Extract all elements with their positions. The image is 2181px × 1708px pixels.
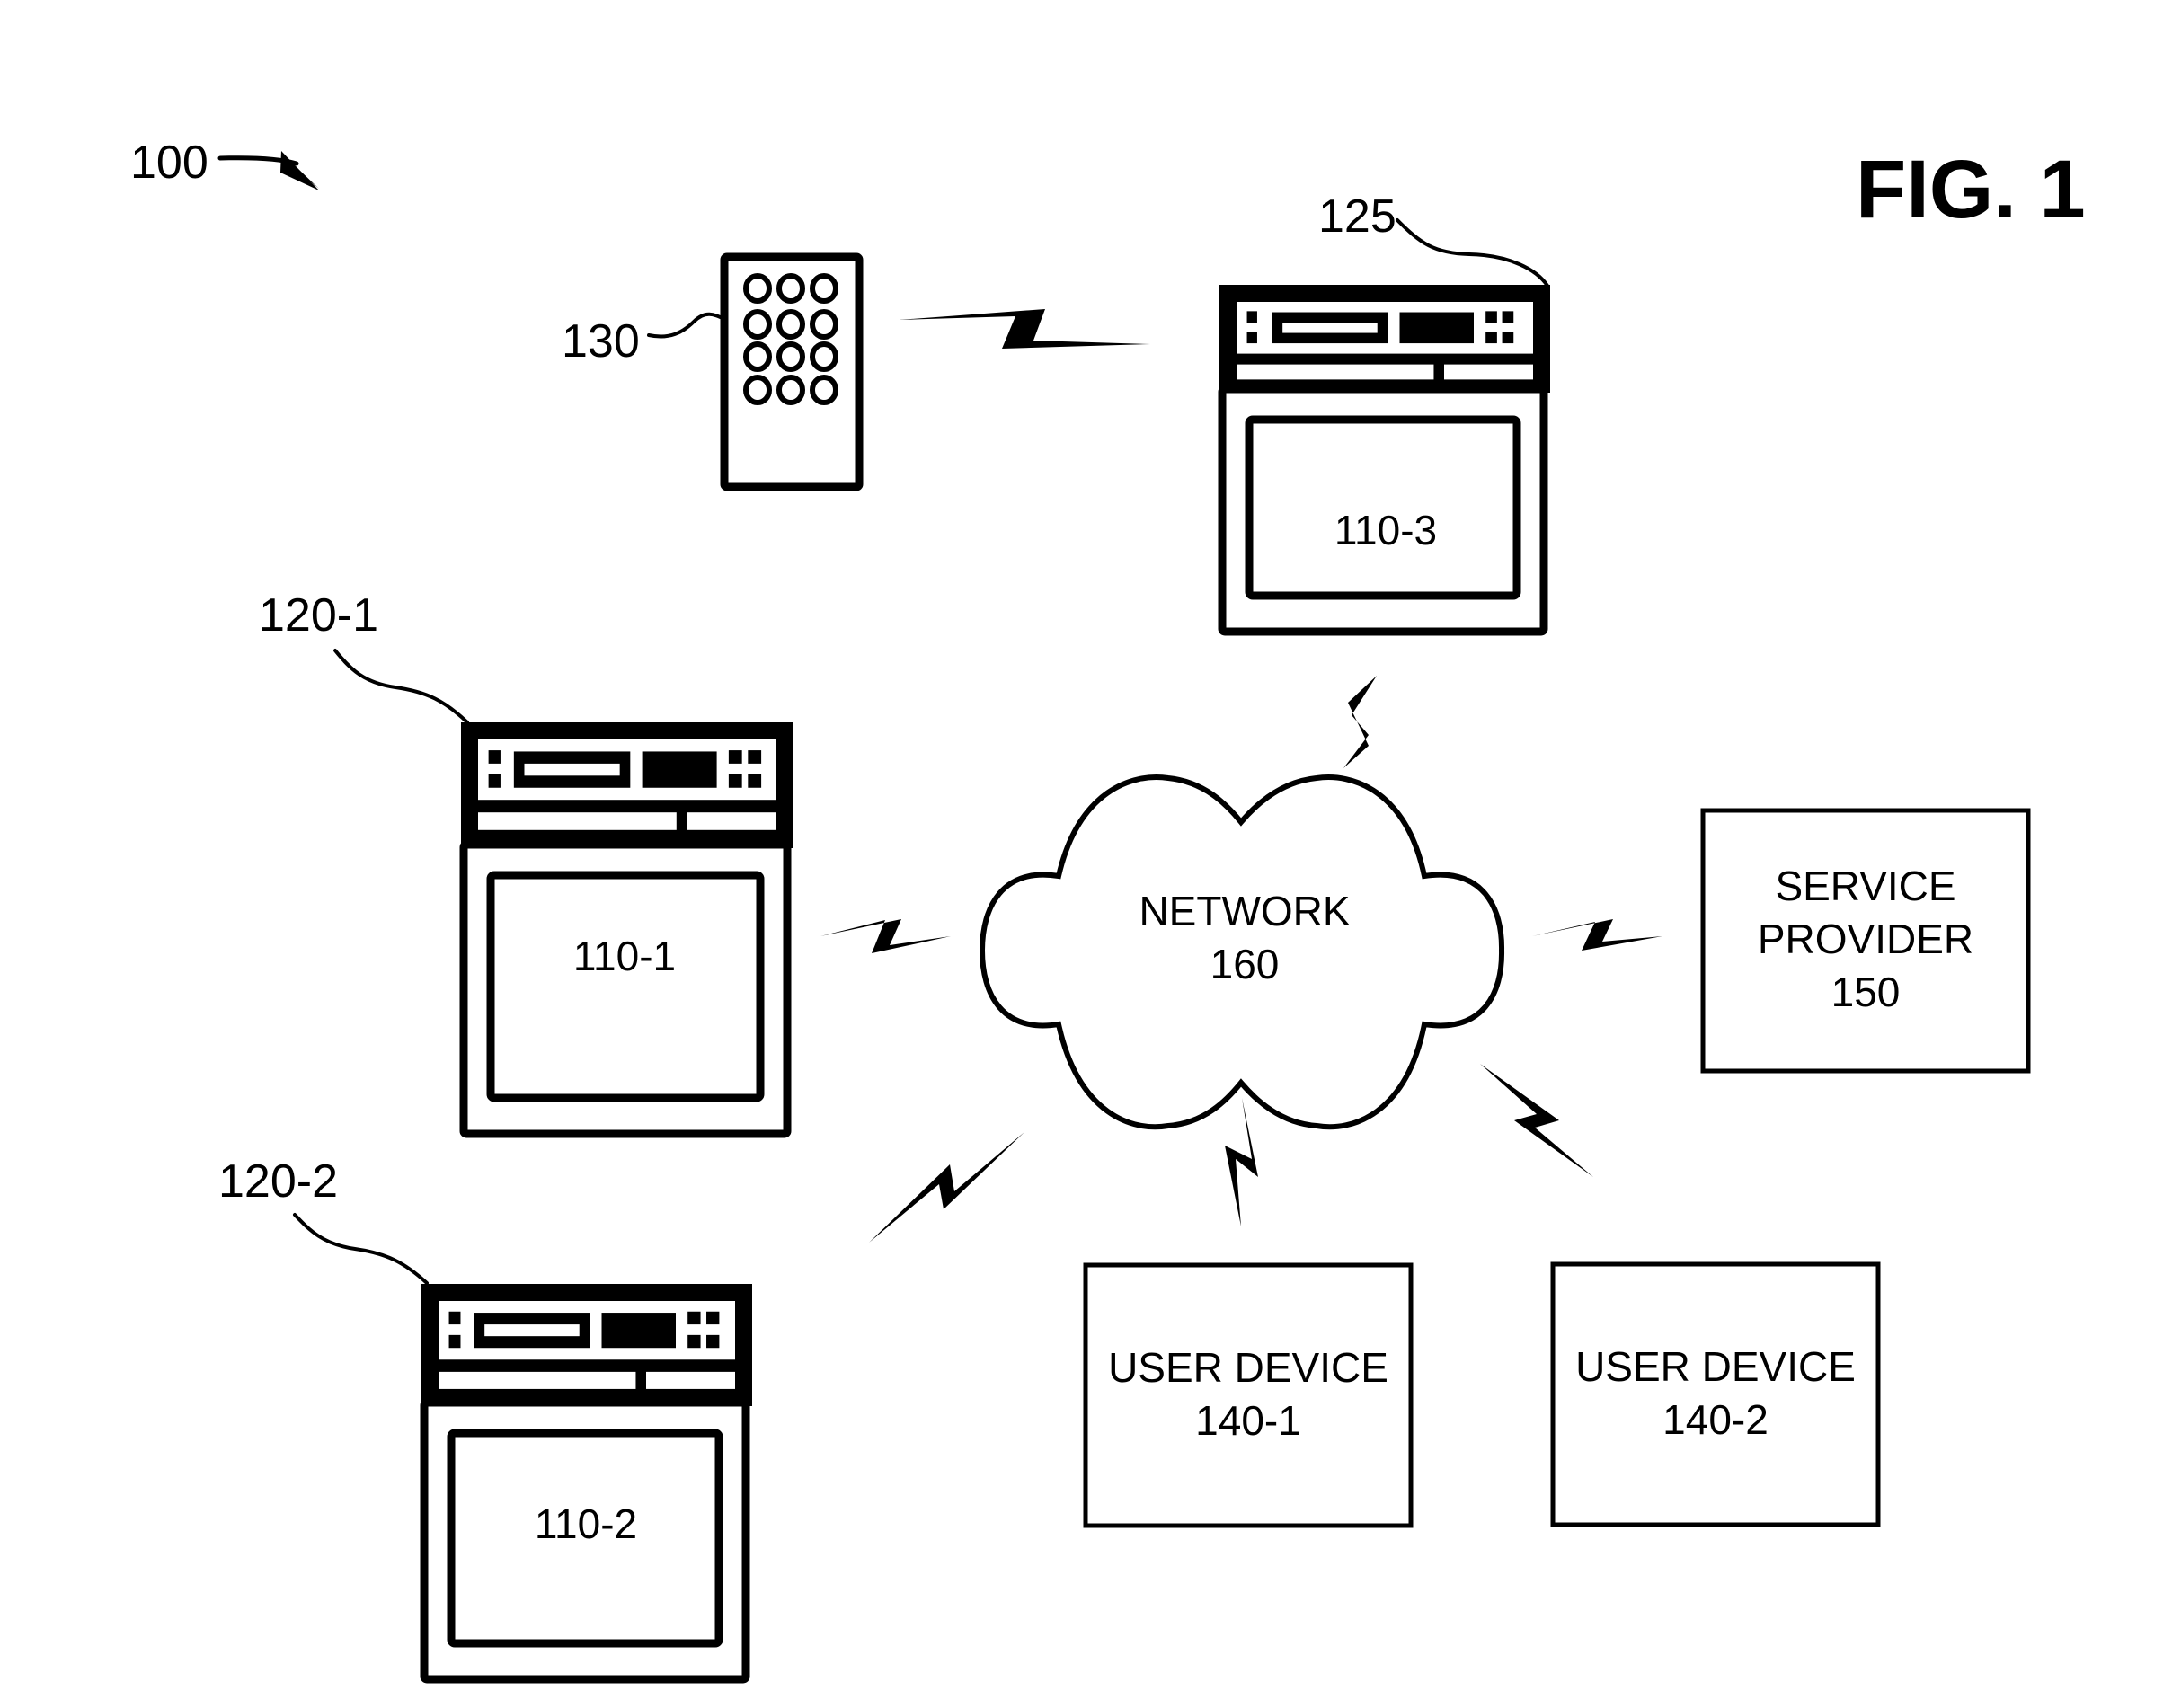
remote-buttons	[743, 273, 838, 405]
network-ref: 160	[1210, 941, 1280, 987]
device-ref-label-120-1: 120-1	[259, 589, 378, 642]
stb-disc-slot-opening	[484, 1324, 580, 1337]
stb-button-icon	[1246, 311, 1257, 323]
tv-with-set-top-box-icon	[1218, 285, 1550, 636]
stb-display	[601, 1313, 676, 1349]
user-device-box	[1083, 1262, 1414, 1528]
user-device-label: USER DEVICE	[1108, 1344, 1388, 1391]
remote-button-icon	[776, 273, 805, 304]
device-110-3: 125 110-3	[1218, 190, 1550, 636]
stb-button-icon	[728, 774, 742, 788]
system-ref-label: 100	[130, 137, 208, 189]
stb-button-icon	[1502, 332, 1514, 344]
remote-control: 130	[562, 252, 864, 491]
stb-button-icon	[488, 750, 501, 764]
stb-button-icon	[448, 1334, 461, 1349]
remote-button-icon	[743, 273, 772, 304]
device-leader-line-120-1	[333, 649, 469, 724]
stb-button-icon	[1485, 311, 1497, 323]
stb-lower-strip	[1444, 364, 1533, 380]
remote-button-icon	[810, 375, 838, 405]
remote-leader-line	[647, 312, 726, 339]
system-diagram: FIG. 1 100 130 125 110-3 120-1 110-1 120…	[130, 137, 2086, 1684]
remote-button-icon	[776, 375, 805, 405]
wireless-link-110-3-to-network-icon	[1343, 676, 1377, 768]
stb-button-icon	[706, 1311, 720, 1325]
system-reference: 100	[130, 137, 319, 190]
remote-button-icon	[810, 273, 838, 304]
wireless-link-network-to-140-1-icon	[1225, 1098, 1258, 1226]
device-screen-label-110-3: 110-3	[1334, 507, 1437, 553]
remote-button-icon	[743, 375, 772, 405]
remote-ref-label: 130	[562, 315, 640, 367]
stb-button-icon	[687, 1334, 701, 1349]
device-leader-line-120-2	[293, 1213, 429, 1285]
stb-button-icon	[448, 1311, 461, 1325]
wireless-link-remote-to-110-3-icon	[899, 309, 1150, 349]
stb-display	[642, 751, 717, 788]
service-provider: SERVICE PROVIDER 150	[1700, 808, 2031, 1074]
stb-button-icon	[1485, 332, 1497, 344]
user-device-ref: 140-1	[1195, 1397, 1301, 1444]
remote-button-icon	[810, 309, 838, 340]
remote-button-icon	[743, 341, 772, 372]
tv-screen	[486, 871, 765, 1102]
stb-button-icon	[748, 750, 762, 764]
stb-display	[1399, 312, 1474, 344]
user-device-ref: 140-2	[1662, 1396, 1769, 1443]
stb-lower-strip	[687, 812, 776, 830]
set-top-box-ref-label: 125	[1318, 190, 1396, 243]
stb-lower-strip	[1237, 364, 1434, 380]
stb-button-icon	[1502, 311, 1514, 323]
device-ref-label-120-2: 120-2	[218, 1155, 338, 1208]
stb-disc-slot-opening	[1282, 323, 1378, 333]
device-screen-label-110-2: 110-2	[535, 1500, 637, 1547]
stb-button-icon	[687, 1311, 701, 1325]
remote-button-icon	[776, 309, 805, 340]
wireless-link-network-to-140-2-icon	[1480, 1064, 1593, 1177]
user-device-box	[1550, 1261, 1881, 1527]
stb-button-icon	[488, 774, 501, 788]
network-cloud: NETWORK 160	[979, 774, 1505, 1130]
remote-button-icon	[743, 309, 772, 340]
stb-button-icon	[748, 774, 762, 788]
service-provider-line1: SERVICE	[1775, 863, 1955, 909]
stb-disc-slot-opening	[524, 763, 620, 776]
wireless-link-network-to-service-provider-icon	[1532, 919, 1662, 951]
stb-button-icon	[706, 1334, 720, 1349]
remote-button-icon	[776, 341, 805, 372]
stb-button-icon	[728, 750, 742, 764]
stb-lower-strip	[646, 1371, 735, 1389]
service-provider-ref: 150	[1831, 969, 1901, 1015]
device-110-1: 120-1 110-1	[259, 589, 793, 1138]
system-ref-arrowhead-icon-fill	[280, 151, 319, 190]
wireless-link-110-1-to-network-icon	[820, 919, 951, 953]
user-device-label: USER DEVICE	[1575, 1343, 1856, 1390]
remote-button-icon	[810, 341, 838, 372]
set-top-box-leader-line	[1396, 218, 1549, 288]
user-device-140-2: USER DEVICE 140-2	[1550, 1261, 1881, 1527]
stb-lower-strip	[478, 812, 677, 830]
device-110-2: 120-2 110-2	[218, 1155, 752, 1684]
figure-title: FIG. 1	[1856, 144, 2086, 235]
tv-with-set-top-box-icon	[459, 722, 793, 1138]
device-screen-label-110-1: 110-1	[573, 933, 676, 979]
network-label: NETWORK	[1139, 888, 1350, 934]
stb-button-icon	[1246, 332, 1257, 344]
wireless-link-110-2-to-network-icon	[869, 1132, 1024, 1243]
user-device-140-1: USER DEVICE 140-1	[1083, 1262, 1414, 1528]
tv-with-set-top-box-icon	[420, 1284, 752, 1684]
stb-lower-strip	[439, 1371, 636, 1389]
service-provider-line2: PROVIDER	[1758, 916, 1973, 962]
